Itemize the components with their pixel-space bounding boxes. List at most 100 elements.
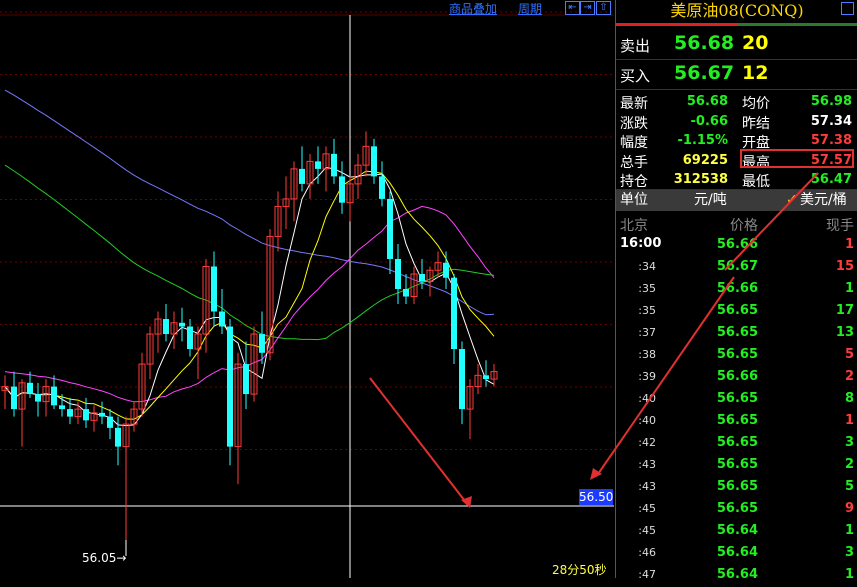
- candle-body-down: [59, 405, 65, 410]
- tick-row: :45 56.65 9: [616, 499, 857, 521]
- tick-volume: 1: [844, 237, 854, 252]
- tick-row: :39 56.66 2: [616, 367, 857, 389]
- tick-price: 56.66: [716, 369, 758, 384]
- tick-volume: 1: [844, 281, 854, 296]
- candle-body-down: [35, 394, 41, 402]
- sell-price: 56.68: [674, 32, 735, 54]
- tick-price: 56.65: [716, 303, 758, 318]
- tick-time: :42: [638, 436, 656, 449]
- tick-price: 56.65: [716, 435, 758, 450]
- tick-price: 56.66: [716, 281, 758, 296]
- kline-chart[interactable]: 商品叠加 周期 ⇤ ⇥ ⇧ 56.50 56.05→ 28分50秒: [0, 0, 614, 578]
- tick-row: :40 56.65 1: [616, 411, 857, 433]
- buy-quote-row: 买入 56.67 12: [620, 62, 769, 85]
- tick-row: :47 56.64 1: [616, 565, 857, 587]
- candle-body-down: [51, 386, 57, 406]
- tick-volume: 1: [844, 413, 854, 428]
- tick-time: 16:00: [620, 236, 662, 251]
- window-toggle-icon[interactable]: [841, 2, 854, 15]
- sell-volume: 20: [742, 32, 769, 54]
- tick-price: 56.65: [716, 347, 758, 362]
- buy-sell-ratio-bar: [616, 23, 857, 26]
- tick-row: :38 56.65 5: [616, 345, 857, 367]
- tick-volume: 1: [844, 523, 854, 538]
- tick-time: :45: [638, 524, 656, 537]
- tick-row: :43 56.65 5: [616, 477, 857, 499]
- tick-volume: 2: [844, 457, 854, 472]
- highlight-box: [740, 149, 854, 168]
- candle-body-down: [339, 176, 345, 203]
- stat-label: 涨跌: [620, 115, 648, 132]
- candle-body-down: [259, 334, 265, 353]
- stat-row: 涨跌 -0.66 昨结 57.34: [616, 112, 857, 132]
- tick-time: :47: [638, 568, 656, 581]
- stat-value: -1.15%: [677, 133, 729, 148]
- candle-body-down: [99, 412, 105, 417]
- contract-title: 美原油08(CONQ): [670, 1, 804, 20]
- nav-left-button[interactable]: ⇤: [565, 1, 580, 15]
- tick-volume: 17: [835, 303, 854, 318]
- unit-bar: 单位 元/吨 ✓ 美元/桶: [616, 190, 857, 211]
- candle-body-down: [211, 266, 217, 312]
- tick-price: 56.64: [716, 567, 758, 582]
- stat-value: 57.38: [810, 133, 852, 148]
- tick-row: :35 56.66 1: [616, 279, 857, 301]
- stat-value: -0.66: [690, 113, 728, 129]
- candle-body-down: [11, 386, 17, 410]
- stat-label: 昨结: [742, 115, 770, 132]
- tick-row: :43 56.65 2: [616, 455, 857, 477]
- overlay-link[interactable]: 商品叠加: [449, 0, 497, 17]
- candle-body-down: [163, 319, 169, 335]
- stat-row: 幅度 -1.15% 开盘 57.38: [616, 131, 857, 151]
- candle-body-down: [243, 364, 249, 395]
- ma10-line: [4, 170, 495, 420]
- tick-time: :35: [638, 282, 656, 295]
- low-price-marker: 56.05→: [82, 551, 127, 565]
- stat-label: 幅度: [620, 135, 648, 151]
- tick-volume: 3: [844, 435, 854, 450]
- period-link[interactable]: 周期: [518, 0, 542, 17]
- tick-time: :34: [638, 260, 656, 273]
- candle-body-down: [219, 311, 225, 327]
- candle-body-down: [483, 375, 489, 380]
- tick-volume: 2: [844, 369, 854, 384]
- tick-time: :39: [638, 370, 656, 383]
- tick-row: :42 56.65 3: [616, 433, 857, 455]
- buy-price: 56.67: [674, 62, 735, 84]
- tick-time: :40: [638, 392, 656, 405]
- stat-label: 最低: [742, 174, 770, 190]
- ma40-line: [4, 164, 495, 341]
- buy-volume: 12: [742, 62, 769, 84]
- tick-price: 56.64: [716, 545, 758, 560]
- nav-up-button[interactable]: ⇧: [596, 1, 611, 15]
- tick-price: 56.67: [716, 259, 758, 274]
- tick-volume: 5: [844, 347, 854, 362]
- candle-body-down: [395, 258, 401, 289]
- tick-volume: 8: [844, 391, 854, 406]
- tick-time: :45: [638, 502, 656, 515]
- tick-row: :45 56.64 1: [616, 521, 857, 543]
- tick-time: :37: [638, 326, 656, 339]
- nav-right-button[interactable]: ⇥: [580, 1, 595, 15]
- tick-row: 16:00 56.66 1: [616, 235, 857, 257]
- stat-row: 持仓 312538 最低 56.47: [616, 170, 857, 190]
- stat-value: 56.98: [810, 94, 852, 109]
- tick-time: :43: [638, 480, 656, 493]
- candle-body-down: [459, 349, 465, 410]
- candle-body-down: [83, 409, 89, 421]
- tick-volume: 15: [835, 259, 854, 274]
- unit-cny-option[interactable]: 元/吨: [694, 190, 727, 211]
- tick-time: :35: [638, 304, 656, 317]
- kline-svg[interactable]: [0, 0, 614, 578]
- candle-body-down: [379, 176, 385, 199]
- tick-row: :40 56.65 8: [616, 389, 857, 411]
- tick-time: :38: [638, 348, 656, 361]
- tick-price: 56.66: [716, 237, 758, 252]
- stat-value: 56.47: [810, 172, 852, 187]
- stat-value: 312538: [673, 172, 728, 187]
- unit-usd-option[interactable]: 美元/桶: [800, 190, 847, 211]
- current-price-tag: 56.50: [579, 489, 614, 505]
- stat-label: 持仓: [620, 174, 648, 190]
- tick-price: 56.65: [716, 413, 758, 428]
- tick-volume: 13: [835, 325, 854, 340]
